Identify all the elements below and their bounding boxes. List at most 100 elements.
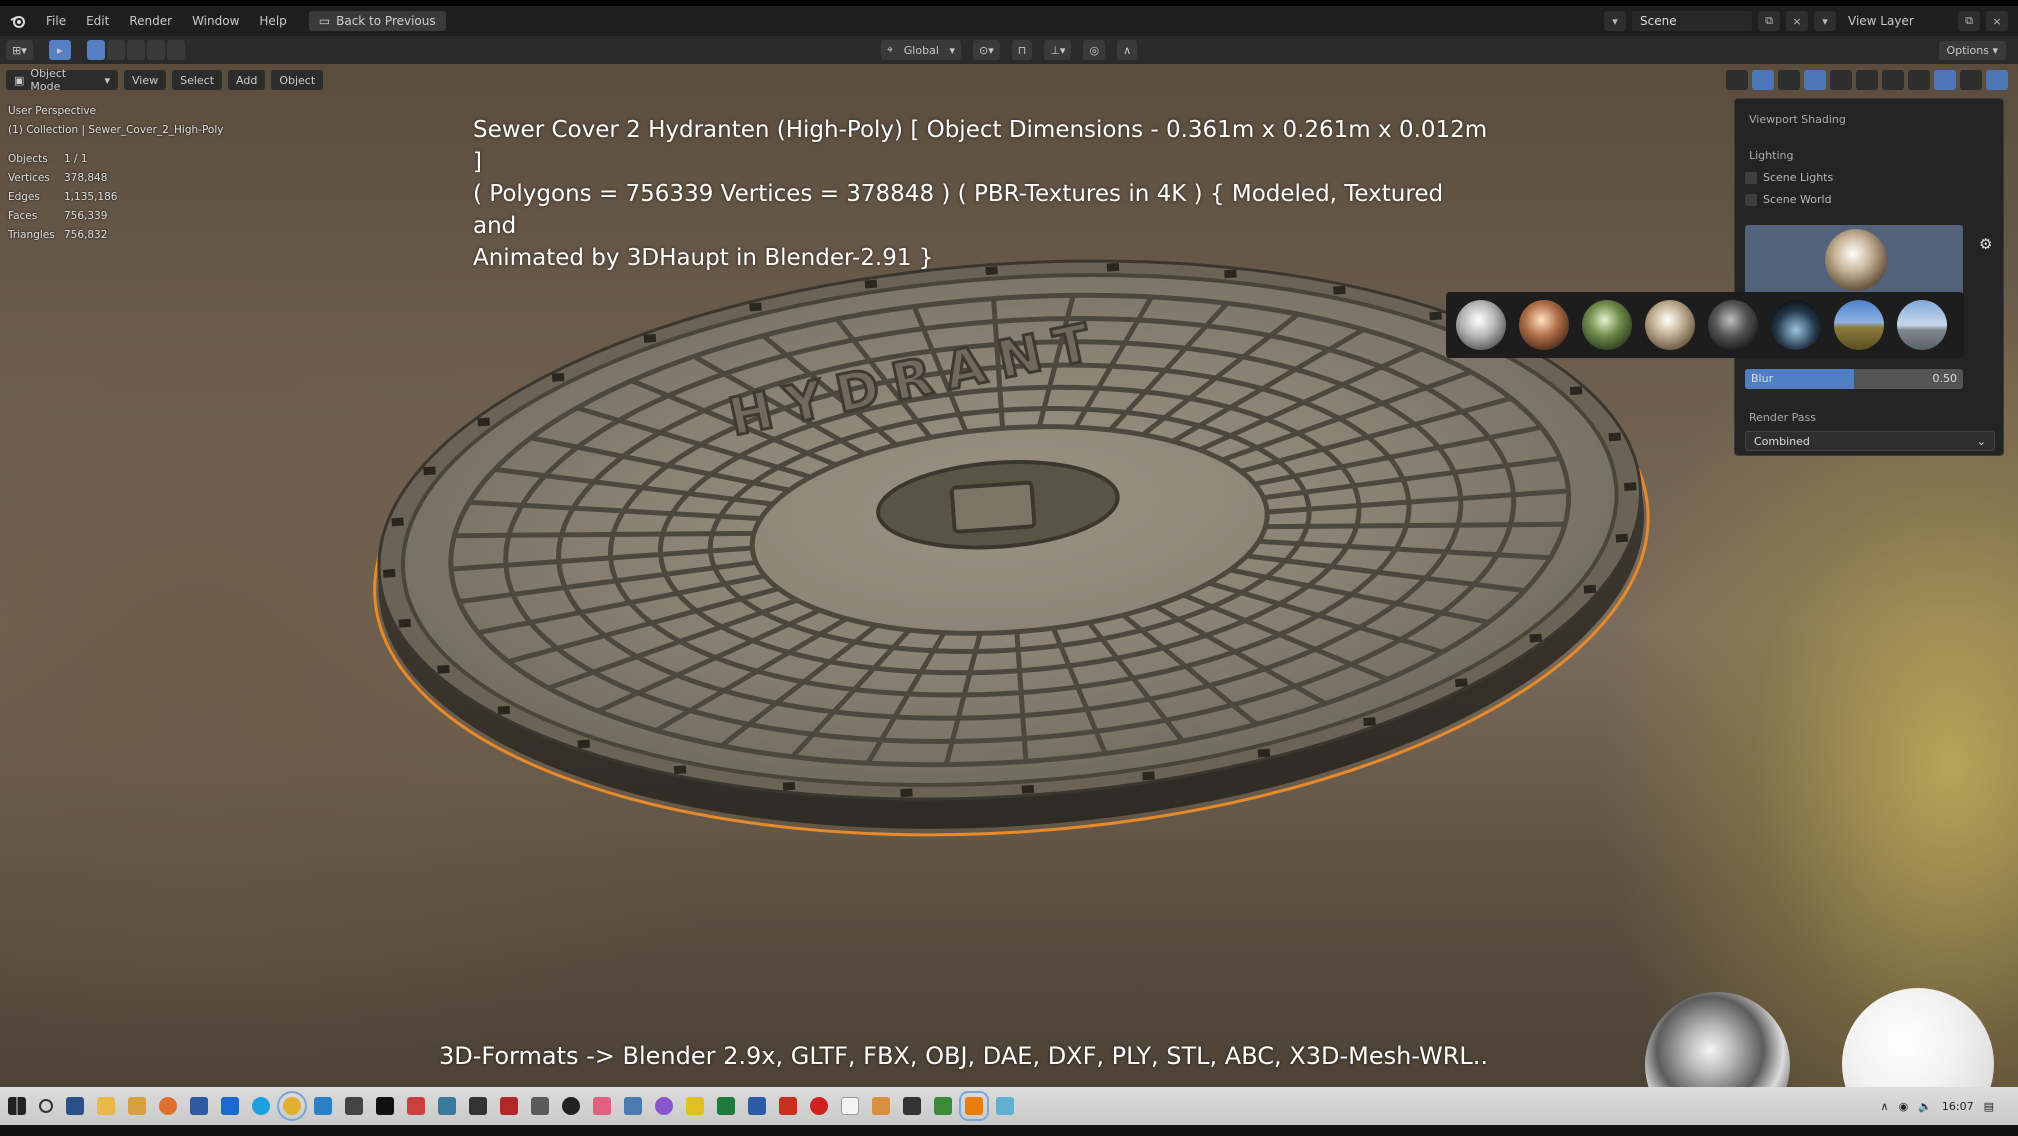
app-icon[interactable]: [686, 1097, 704, 1115]
snap-target-icon[interactable]: ⊥▾: [1044, 40, 1072, 60]
notifications-icon[interactable]: ▤: [1984, 1100, 1994, 1113]
app-icon[interactable]: [996, 1097, 1014, 1115]
scene-name-field[interactable]: Scene: [1632, 11, 1752, 31]
menu-edit[interactable]: Edit: [76, 14, 119, 28]
opera-icon[interactable]: [810, 1097, 828, 1115]
xray-toggle-icon[interactable]: [1856, 70, 1878, 90]
render-pass-dropdown[interactable]: Combined ⌄: [1745, 431, 1995, 451]
solid-shading-icon[interactable]: [1908, 70, 1930, 90]
view-layer-label[interactable]: View Layer: [1842, 14, 1952, 28]
view-menu[interactable]: View: [124, 70, 167, 90]
overlays-toggle-icon[interactable]: [1804, 70, 1826, 90]
outlook-icon[interactable]: [221, 1097, 239, 1115]
scene-world-checkbox[interactable]: Scene World: [1745, 193, 1832, 206]
save-app-icon[interactable]: [66, 1097, 84, 1115]
hdri-option[interactable]: [1456, 300, 1506, 350]
select-menu[interactable]: Select: [172, 70, 223, 90]
3d-viewport[interactable]: HYDRANT ▣ Object Mode ▾ View Select Add …: [0, 64, 2018, 1087]
menu-window[interactable]: Window: [182, 14, 249, 28]
app-icon[interactable]: [531, 1097, 549, 1115]
file-explorer-icon[interactable]: [97, 1097, 115, 1115]
scene-close-icon[interactable]: ×: [1786, 11, 1808, 31]
app-icon[interactable]: [624, 1097, 642, 1115]
gear-icon[interactable]: ⚙: [1979, 235, 1992, 253]
back-to-previous-button[interactable]: ▭ Back to Previous: [308, 11, 446, 31]
menu-render[interactable]: Render: [119, 14, 182, 28]
app-icon[interactable]: [903, 1097, 921, 1115]
transform-orientation-dropdown[interactable]: ⌖ Global ▾: [881, 40, 961, 60]
checkbox-box[interactable]: [1745, 171, 1757, 184]
skype-icon[interactable]: [252, 1097, 270, 1115]
view-layer-browse-icon[interactable]: ▾: [1814, 11, 1836, 31]
app-icon[interactable]: [128, 1097, 146, 1115]
app-icon[interactable]: [562, 1097, 580, 1115]
pivot-point-icon[interactable]: ⊙▾: [973, 40, 1000, 60]
app-icon[interactable]: [655, 1097, 673, 1115]
menu-help[interactable]: Help: [249, 14, 296, 28]
terminal-icon[interactable]: [376, 1097, 394, 1115]
view-layer-close-icon[interactable]: ×: [1986, 11, 2008, 31]
document-icon[interactable]: [841, 1097, 859, 1115]
scene-copy-icon[interactable]: ⧉: [1758, 11, 1780, 31]
chrome-icon[interactable]: [277, 1091, 307, 1121]
chevron-up-icon[interactable]: ∧: [1881, 1100, 1889, 1113]
hdri-option-selected[interactable]: [1702, 294, 1764, 356]
app-icon[interactable]: [345, 1097, 363, 1115]
editor-type-icon[interactable]: ⊞▾: [6, 40, 33, 60]
hdri-option[interactable]: [1897, 300, 1947, 350]
app-icon[interactable]: [779, 1097, 797, 1115]
app-icon[interactable]: [872, 1097, 890, 1115]
rendered-shading-icon[interactable]: [1960, 70, 1982, 90]
visibility-icon[interactable]: [1726, 70, 1748, 90]
select-mode-subtract-icon[interactable]: [126, 40, 145, 60]
shading-dropdown-icon[interactable]: [1986, 70, 2008, 90]
checkbox-box[interactable]: [1745, 193, 1757, 206]
blender-taskbar-icon[interactable]: [959, 1091, 989, 1121]
select-mode-invert-icon[interactable]: [146, 40, 165, 60]
view-layer-copy-icon[interactable]: ⧉: [1958, 11, 1980, 31]
overlays-dropdown-icon[interactable]: [1830, 70, 1852, 90]
gizmo-dropdown-icon[interactable]: [1778, 70, 1800, 90]
snap-toggle-icon[interactable]: ⊓: [1011, 40, 1033, 60]
menu-file[interactable]: File: [36, 14, 76, 28]
network-icon[interactable]: ◉: [1899, 1100, 1909, 1113]
object-menu[interactable]: Object: [271, 70, 324, 90]
wireframe-shading-icon[interactable]: [1882, 70, 1904, 90]
select-tool-icon[interactable]: ▸: [48, 40, 71, 60]
material-preview-shading-icon[interactable]: [1934, 70, 1956, 90]
volume-icon[interactable]: 🔈: [1918, 1100, 1932, 1113]
scene-browse-icon[interactable]: ▾: [1604, 11, 1626, 31]
word-icon[interactable]: [748, 1097, 766, 1115]
proportional-editing-icon[interactable]: ◎: [1083, 40, 1106, 60]
select-mode-extend-icon[interactable]: [106, 40, 125, 60]
gizmo-toggle-icon[interactable]: [1752, 70, 1774, 90]
app-icon[interactable]: [500, 1097, 518, 1115]
options-dropdown[interactable]: Options ▾: [1938, 40, 2006, 60]
select-mode-intersect-icon[interactable]: [166, 40, 185, 60]
hdri-preview[interactable]: [1745, 225, 1963, 297]
blender-logo-icon[interactable]: [8, 11, 28, 31]
app-icon[interactable]: [934, 1097, 952, 1115]
firefox-icon[interactable]: [159, 1097, 177, 1115]
select-mode-new-icon[interactable]: [86, 40, 105, 60]
object-mode-dropdown[interactable]: ▣ Object Mode ▾: [6, 67, 118, 93]
app-icon[interactable]: [407, 1097, 425, 1115]
app-icon[interactable]: [469, 1097, 487, 1115]
scene-lights-checkbox[interactable]: Scene Lights: [1745, 171, 1833, 184]
app-icon[interactable]: [438, 1097, 456, 1115]
hdri-option[interactable]: [1519, 300, 1569, 350]
clock[interactable]: 16:07: [1942, 1100, 1974, 1113]
app-icon[interactable]: [593, 1097, 611, 1115]
excel-icon[interactable]: [717, 1097, 735, 1115]
hdri-option[interactable]: [1645, 300, 1695, 350]
search-icon[interactable]: [39, 1099, 53, 1113]
blur-slider[interactable]: Blur 0.50: [1745, 369, 1963, 389]
hdri-option[interactable]: [1771, 300, 1821, 350]
hdri-option[interactable]: [1582, 300, 1632, 350]
falloff-icon[interactable]: ∧: [1117, 40, 1138, 60]
add-menu[interactable]: Add: [228, 70, 266, 90]
notes-icon[interactable]: [190, 1097, 208, 1115]
hdri-option[interactable]: [1834, 300, 1884, 350]
windows-start-icon[interactable]: [8, 1097, 26, 1115]
app-icon[interactable]: [314, 1097, 332, 1115]
